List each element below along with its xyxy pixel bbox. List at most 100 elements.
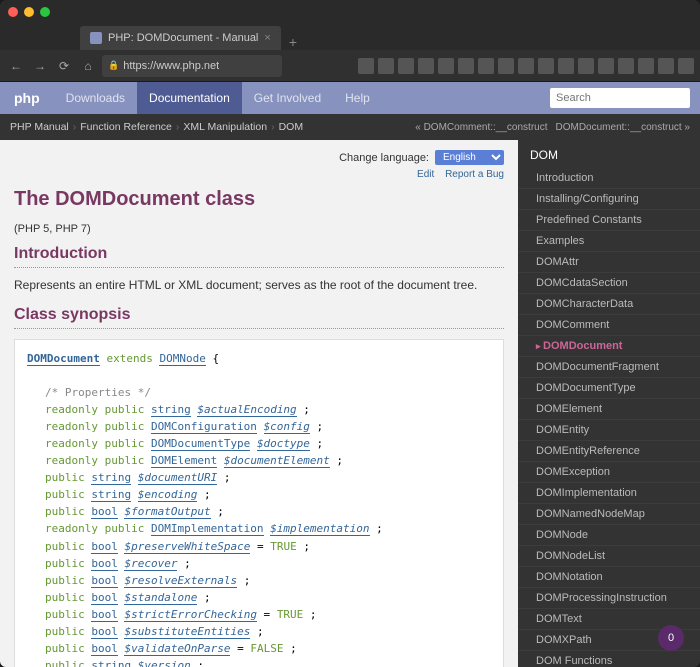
property-var[interactable]: $preserveWhiteSpace bbox=[124, 540, 250, 554]
extension-icon[interactable] bbox=[678, 58, 694, 74]
pager-next[interactable]: DOMDocument::__construct » bbox=[556, 122, 691, 133]
parent-class[interactable]: DOMNode bbox=[159, 352, 205, 366]
sidebar-item[interactable]: DOMElement bbox=[518, 399, 700, 420]
extension-icon[interactable] bbox=[378, 58, 394, 74]
nav-item-get-involved[interactable]: Get Involved bbox=[242, 82, 333, 114]
forward-button[interactable]: → bbox=[30, 56, 50, 76]
sidebar-item[interactable]: DOMCdataSection bbox=[518, 273, 700, 294]
type-link[interactable]: DOMDocumentType bbox=[151, 437, 250, 451]
type-link[interactable]: string bbox=[91, 488, 131, 502]
sidebar-item[interactable]: DOMProcessingInstruction bbox=[518, 588, 700, 609]
type-link[interactable]: bool bbox=[91, 505, 118, 519]
breadcrumb-link[interactable]: Function Reference bbox=[80, 121, 172, 133]
sidebar-item[interactable]: DOMImplementation bbox=[518, 483, 700, 504]
close-window-button[interactable] bbox=[8, 7, 18, 17]
sidebar-item[interactable]: DOMEntity bbox=[518, 420, 700, 441]
php-logo[interactable]: php bbox=[0, 90, 54, 106]
pager-prev[interactable]: « DOMComment::__construct bbox=[415, 122, 547, 133]
type-link[interactable]: bool bbox=[91, 557, 118, 571]
new-tab-button[interactable]: + bbox=[281, 34, 305, 50]
property-var[interactable]: $recover bbox=[124, 557, 177, 571]
extension-icon[interactable] bbox=[538, 58, 554, 74]
extension-icon[interactable] bbox=[478, 58, 494, 74]
nav-item-help[interactable]: Help bbox=[333, 82, 382, 114]
extension-icon[interactable] bbox=[518, 58, 534, 74]
sidebar-item[interactable]: Predefined Constants bbox=[518, 210, 700, 231]
minimize-window-button[interactable] bbox=[24, 7, 34, 17]
type-link[interactable]: DOMImplementation bbox=[151, 522, 264, 536]
sidebar-item[interactable]: DOM Functions bbox=[518, 651, 700, 667]
scroll-indicator-fab[interactable]: 0 bbox=[658, 625, 684, 651]
back-button[interactable]: ← bbox=[6, 56, 26, 76]
type-link[interactable]: string bbox=[151, 403, 191, 417]
sidebar-item[interactable]: DOMNode bbox=[518, 525, 700, 546]
extension-icon[interactable] bbox=[458, 58, 474, 74]
url-bar[interactable]: 🔒 https://www.php.net bbox=[102, 55, 282, 77]
type-link[interactable]: DOMConfiguration bbox=[151, 420, 257, 434]
extension-icon[interactable] bbox=[418, 58, 434, 74]
extension-icon[interactable] bbox=[598, 58, 614, 74]
sidebar-item[interactable]: DOMNotation bbox=[518, 567, 700, 588]
type-link[interactable]: string bbox=[91, 471, 131, 485]
extension-icon[interactable] bbox=[358, 58, 374, 74]
property-var[interactable]: $implementation bbox=[270, 522, 369, 536]
zoom-window-button[interactable] bbox=[40, 7, 50, 17]
breadcrumb-link[interactable]: PHP Manual bbox=[10, 121, 69, 133]
sidebar-item[interactable]: DOMException bbox=[518, 462, 700, 483]
sidebar-item[interactable]: DOMDocumentFragment bbox=[518, 357, 700, 378]
breadcrumb-link[interactable]: DOM bbox=[279, 121, 304, 133]
type-link[interactable]: DOMElement bbox=[151, 454, 217, 468]
sidebar-item[interactable]: DOMNamedNodeMap bbox=[518, 504, 700, 525]
sidebar-item[interactable]: DOMDocument bbox=[518, 336, 700, 357]
language-select[interactable]: English bbox=[435, 150, 504, 165]
extension-icon[interactable] bbox=[438, 58, 454, 74]
property-var[interactable]: $validateOnParse bbox=[124, 642, 230, 656]
property-var[interactable]: $encoding bbox=[138, 488, 198, 502]
extension-icon[interactable] bbox=[638, 58, 654, 74]
sidebar-item[interactable]: Introduction bbox=[518, 168, 700, 189]
breadcrumb-link[interactable]: XML Manipulation bbox=[183, 121, 267, 133]
extension-icon[interactable] bbox=[658, 58, 674, 74]
property-var[interactable]: $resolveExternals bbox=[124, 574, 237, 588]
extension-icon[interactable] bbox=[578, 58, 594, 74]
property-var[interactable]: $strictErrorChecking bbox=[124, 608, 256, 622]
close-tab-icon[interactable]: × bbox=[264, 32, 270, 44]
property-var[interactable]: $formatOutput bbox=[124, 505, 210, 519]
sidebar-item[interactable]: DOMCharacterData bbox=[518, 294, 700, 315]
nav-item-downloads[interactable]: Downloads bbox=[54, 82, 137, 114]
property-var[interactable]: $config bbox=[264, 420, 310, 434]
reload-button[interactable]: ⟳ bbox=[54, 56, 74, 76]
browser-tab[interactable]: PHP: DOMDocument - Manual × bbox=[80, 26, 281, 50]
property-var[interactable]: $doctype bbox=[257, 437, 310, 451]
class-name[interactable]: DOMDocument bbox=[27, 352, 100, 366]
sidebar-item[interactable]: DOMDocumentType bbox=[518, 378, 700, 399]
type-link[interactable]: bool bbox=[91, 540, 118, 554]
search-input[interactable] bbox=[550, 88, 690, 108]
type-link[interactable]: bool bbox=[91, 642, 118, 656]
property-var[interactable]: $actualEncoding bbox=[197, 403, 296, 417]
report-bug-link[interactable]: Report a Bug bbox=[445, 169, 504, 180]
property-var[interactable]: $substituteEntities bbox=[124, 625, 250, 639]
type-link[interactable]: string bbox=[91, 659, 131, 667]
property-var[interactable]: $documentURI bbox=[138, 471, 217, 485]
edit-link[interactable]: Edit bbox=[417, 169, 434, 180]
type-link[interactable]: bool bbox=[91, 591, 118, 605]
property-var[interactable]: $standalone bbox=[124, 591, 197, 605]
sidebar-item[interactable]: DOMAttr bbox=[518, 252, 700, 273]
property-var[interactable]: $version bbox=[138, 659, 191, 667]
extension-icon[interactable] bbox=[498, 58, 514, 74]
extension-icon[interactable] bbox=[398, 58, 414, 74]
type-link[interactable]: bool bbox=[91, 625, 118, 639]
type-link[interactable]: bool bbox=[91, 608, 118, 622]
sidebar-item[interactable]: Installing/Configuring bbox=[518, 189, 700, 210]
home-button[interactable]: ⌂ bbox=[78, 56, 98, 76]
sidebar-item[interactable]: DOMComment bbox=[518, 315, 700, 336]
sidebar-item[interactable]: Examples bbox=[518, 231, 700, 252]
nav-item-documentation[interactable]: Documentation bbox=[137, 82, 242, 114]
extension-icon[interactable] bbox=[558, 58, 574, 74]
sidebar-item[interactable]: DOMNodeList bbox=[518, 546, 700, 567]
property-var[interactable]: $documentElement bbox=[224, 454, 330, 468]
sidebar-item[interactable]: DOMEntityReference bbox=[518, 441, 700, 462]
extension-icon[interactable] bbox=[618, 58, 634, 74]
type-link[interactable]: bool bbox=[91, 574, 118, 588]
